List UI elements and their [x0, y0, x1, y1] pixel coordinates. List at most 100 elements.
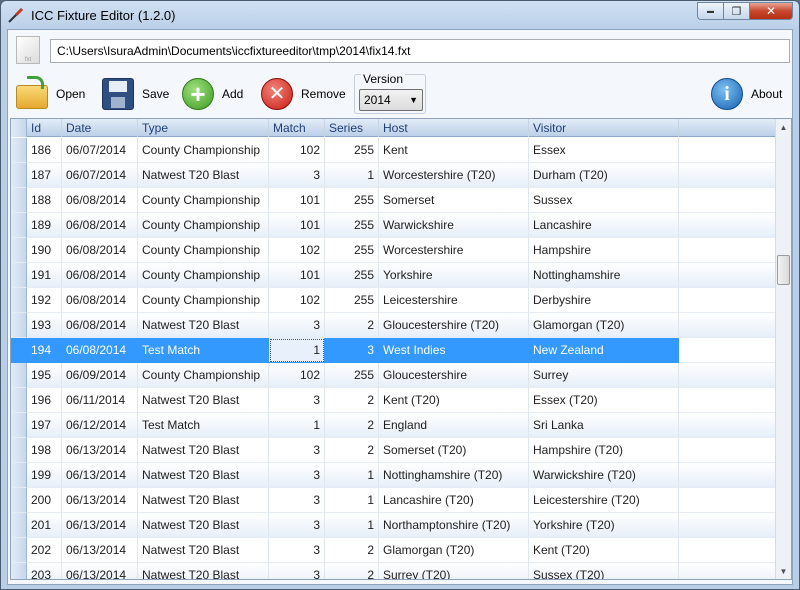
cell-visitor[interactable]: Hampshire (T20) — [529, 438, 679, 463]
cell-date[interactable]: 06/08/2014 — [62, 188, 138, 213]
cell-host[interactable]: Gloucestershire — [379, 363, 529, 388]
cell-series[interactable]: 2 — [325, 563, 379, 579]
cell-match[interactable]: 102 — [269, 363, 325, 388]
cell-id[interactable]: 200 — [27, 488, 62, 513]
row-header[interactable] — [11, 338, 27, 363]
cell-type[interactable]: Natwest T20 Blast — [138, 438, 269, 463]
cell-date[interactable]: 06/08/2014 — [62, 213, 138, 238]
cell-date[interactable]: 06/13/2014 — [62, 563, 138, 579]
cell-series[interactable]: 255 — [325, 263, 379, 288]
cell-date[interactable]: 06/13/2014 — [62, 538, 138, 563]
file-path-input[interactable] — [50, 39, 790, 63]
cell-id[interactable]: 196 — [27, 388, 62, 413]
cell-visitor[interactable]: New Zealand — [529, 338, 679, 363]
cell-date[interactable]: 06/07/2014 — [62, 163, 138, 188]
cell-host[interactable]: Yorkshire — [379, 263, 529, 288]
minimize-button[interactable]: ▬ — [697, 2, 723, 20]
cell-date[interactable]: 06/11/2014 — [62, 388, 138, 413]
cell-type[interactable]: County Championship — [138, 238, 269, 263]
table-row[interactable]: 195 06/09/2014 County Championship 102 255 Gl… — [11, 363, 776, 388]
cell-visitor[interactable]: Sri Lanka — [529, 413, 679, 438]
row-header[interactable] — [11, 313, 27, 338]
cell-type[interactable]: County Championship — [138, 288, 269, 313]
cell-host[interactable]: England — [379, 413, 529, 438]
column-header-id[interactable]: Id — [27, 119, 62, 137]
cell-match[interactable]: 3 — [269, 313, 325, 338]
cell-series[interactable]: 2 — [325, 438, 379, 463]
cell-type[interactable]: County Championship — [138, 363, 269, 388]
cell-date[interactable]: 06/13/2014 — [62, 463, 138, 488]
cell-date[interactable]: 06/13/2014 — [62, 438, 138, 463]
table-row[interactable]: 203 06/13/2014 Natwest T20 Blast 3 2 Surrey (… — [11, 563, 776, 579]
cell-match[interactable]: 3 — [269, 513, 325, 538]
row-header[interactable] — [11, 288, 27, 313]
cell-match[interactable]: 3 — [269, 388, 325, 413]
table-row[interactable]: 188 06/08/2014 County Championship 101 255 So… — [11, 188, 776, 213]
cell-match[interactable]: 102 — [269, 138, 325, 163]
cell-date[interactable]: 06/13/2014 — [62, 488, 138, 513]
cell-type[interactable]: Natwest T20 Blast — [138, 538, 269, 563]
column-header-visitor[interactable]: Visitor — [529, 119, 679, 137]
table-row[interactable]: 198 06/13/2014 Natwest T20 Blast 3 2 Somerset… — [11, 438, 776, 463]
add-button[interactable]: + Add — [182, 76, 243, 112]
scroll-up-icon[interactable]: ▲ — [776, 119, 791, 135]
row-header[interactable] — [11, 513, 27, 538]
cell-id[interactable]: 189 — [27, 213, 62, 238]
column-header-host[interactable]: Host — [379, 119, 529, 137]
cell-host[interactable]: Leicestershire — [379, 288, 529, 313]
cell-id[interactable]: 187 — [27, 163, 62, 188]
cell-visitor[interactable]: Nottinghamshire — [529, 263, 679, 288]
cell-series[interactable]: 2 — [325, 538, 379, 563]
row-header[interactable] — [11, 488, 27, 513]
cell-series[interactable]: 1 — [325, 513, 379, 538]
cell-host[interactable]: Northamptonshire (T20) — [379, 513, 529, 538]
cell-host[interactable]: Somerset (T20) — [379, 438, 529, 463]
cell-series[interactable]: 255 — [325, 213, 379, 238]
cell-date[interactable]: 06/08/2014 — [62, 338, 138, 363]
cell-visitor[interactable]: Lancashire — [529, 213, 679, 238]
cell-type[interactable]: County Championship — [138, 188, 269, 213]
cell-match[interactable]: 3 — [269, 563, 325, 579]
cell-id[interactable]: 188 — [27, 188, 62, 213]
cell-type[interactable]: County Championship — [138, 138, 269, 163]
cell-series[interactable]: 3 — [325, 338, 379, 363]
scrollbar-thumb[interactable] — [777, 255, 790, 285]
cell-date[interactable]: 06/09/2014 — [62, 363, 138, 388]
cell-host[interactable]: Worcestershire — [379, 238, 529, 263]
table-row[interactable]: 191 06/08/2014 County Championship 101 255 Yo… — [11, 263, 776, 288]
table-row[interactable]: 200 06/13/2014 Natwest T20 Blast 3 1 Lancashi… — [11, 488, 776, 513]
cell-id[interactable]: 195 — [27, 363, 62, 388]
cell-visitor[interactable]: Essex (T20) — [529, 388, 679, 413]
cell-host[interactable]: Glamorgan (T20) — [379, 538, 529, 563]
row-header[interactable] — [11, 213, 27, 238]
cell-type[interactable]: County Championship — [138, 213, 269, 238]
about-button[interactable]: i About — [711, 76, 782, 112]
cell-host[interactable]: Worcestershire (T20) — [379, 163, 529, 188]
cell-series[interactable]: 255 — [325, 138, 379, 163]
cell-host[interactable]: Warwickshire — [379, 213, 529, 238]
cell-series[interactable]: 1 — [325, 488, 379, 513]
cell-id[interactable]: 203 — [27, 563, 62, 579]
cell-host[interactable]: Lancashire (T20) — [379, 488, 529, 513]
table-row[interactable]: 197 06/12/2014 Test Match 1 2 England Sri Lank… — [11, 413, 776, 438]
cell-match[interactable]: 101 — [269, 213, 325, 238]
column-header-match[interactable]: Match — [269, 119, 325, 137]
cell-match[interactable]: 102 — [269, 288, 325, 313]
cell-type[interactable]: Natwest T20 Blast — [138, 463, 269, 488]
column-header-series[interactable]: Series — [325, 119, 379, 137]
cell-date[interactable]: 06/07/2014 — [62, 138, 138, 163]
row-header[interactable] — [11, 238, 27, 263]
cell-date[interactable]: 06/08/2014 — [62, 263, 138, 288]
cell-host[interactable]: Kent — [379, 138, 529, 163]
cell-type[interactable]: Test Match — [138, 338, 269, 363]
cell-visitor[interactable]: Sussex (T20) — [529, 563, 679, 579]
cell-visitor[interactable]: Leicestershire (T20) — [529, 488, 679, 513]
cell-match[interactable]: 102 — [269, 238, 325, 263]
row-header[interactable] — [11, 563, 27, 579]
fixture-grid[interactable]: Id Date Type Match Series Host Visitor 1… — [10, 118, 792, 580]
cell-match[interactable]: 3 — [269, 488, 325, 513]
row-header[interactable] — [11, 263, 27, 288]
cell-id[interactable]: 193 — [27, 313, 62, 338]
cell-id[interactable]: 197 — [27, 413, 62, 438]
cell-type[interactable]: County Championship — [138, 263, 269, 288]
